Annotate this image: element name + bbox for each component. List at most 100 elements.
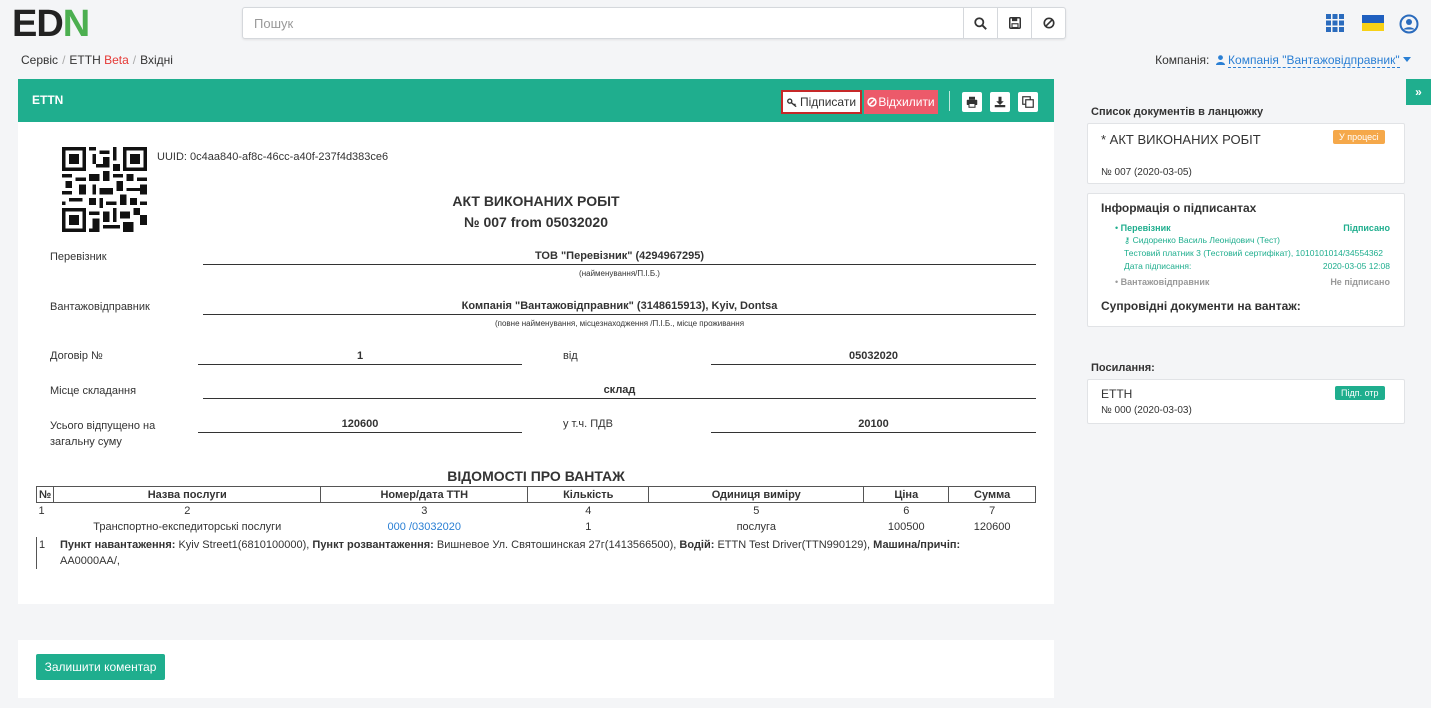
cargo-table-header: № Назва послуги Номер/дата ТТН Кількість… <box>35 486 1036 503</box>
linked-document-card[interactable]: ЕТТН Підп. отр № 000 (2020-03-03) <box>1087 379 1405 424</box>
save-search-button[interactable] <box>997 8 1031 38</box>
ttn-link[interactable]: 000 /03032020 <box>321 519 528 535</box>
accompanying-docs-title: Супровідні документи на вантаж: <box>1101 299 1301 313</box>
signer2-status: Не підписано <box>1330 277 1390 287</box>
cell: 3 <box>421 504 428 517</box>
linked-document-name: ЕТТН <box>1101 387 1133 401</box>
reject-button[interactable]: Відхилити <box>864 90 938 114</box>
cell-qty: 1 <box>585 520 592 533</box>
save-icon <box>1008 17 1021 29</box>
document-uuid: UUID: 0c4aa840-af8c-46cc-a40f-237f4d383c… <box>157 151 389 163</box>
search-input[interactable] <box>243 8 963 38</box>
chain-title: Список документів в ланцюжку <box>1091 106 1264 118</box>
unload-label: Пункт розвантаження: <box>312 539 434 551</box>
cell: 2 <box>184 504 191 517</box>
linked-document-number: № 000 (2020-03-03) <box>1101 405 1192 416</box>
signer1-date: 2020-03-05 12:08 <box>1322 261 1390 271</box>
shipper-value: Компанія "Вантажовідправник" (3148615913… <box>203 300 1036 315</box>
copy-button[interactable] <box>1018 92 1038 112</box>
breadcrumb-ettn-label: ЕТТН <box>69 53 101 67</box>
col-ttn: Номер/дата ТТН <box>320 486 529 503</box>
breadcrumb-incoming: Вхідні <box>140 53 173 67</box>
document-title: АКТ ВИКОНАНИХ РОБІТ <box>452 193 620 209</box>
driver-label: Водій: <box>679 539 715 551</box>
signer1-role-text: Перевізник <box>1120 223 1171 233</box>
ukraine-flag-icon[interactable] <box>1362 15 1384 34</box>
leave-comment-button[interactable]: Залишити коментар <box>36 654 165 680</box>
search-button[interactable] <box>963 8 997 38</box>
carrier-value: ТОВ "Перевізник" (4294967295) <box>203 250 1036 265</box>
cell <box>37 519 54 535</box>
col-qty: Кількість <box>527 486 650 503</box>
clear-search-button[interactable] <box>1031 8 1065 38</box>
col-number: № <box>35 486 55 503</box>
company-dropdown[interactable]: Компанія "Вантажовідправник" <box>1228 53 1400 68</box>
user-icon <box>1215 55 1225 65</box>
signers-title: Інформація о підписантах <box>1101 201 1257 215</box>
logo-text: ED <box>12 3 64 45</box>
vehicle-label: Машина/причіп: <box>873 539 961 551</box>
company-label: Компанія: <box>1155 53 1210 67</box>
cell: 1 <box>38 504 45 517</box>
links-title: Посилання: <box>1091 362 1155 374</box>
document-card-title: ETTN <box>32 93 64 107</box>
signer1-name-text: Сидоренко Василь Леонідович (Тест) <box>1132 235 1280 245</box>
search-icon <box>974 16 987 30</box>
cell: 7 <box>989 504 996 517</box>
search-box <box>242 7 1066 39</box>
sign-button-label: Підписати <box>799 95 857 109</box>
reject-button-label: Відхилити <box>878 95 935 109</box>
place-value: склад <box>203 384 1036 399</box>
print-button[interactable] <box>962 92 982 112</box>
signer-carrier-role: • Перевізник <box>1115 223 1171 233</box>
carrier-label: Перевізник <box>50 251 107 263</box>
load-value: Kyiv Street1(6810100000), <box>178 539 310 551</box>
ban-icon <box>1042 17 1055 29</box>
driver-value: ETTN Test Driver(TTN990129), <box>717 539 871 551</box>
cell-sum: 120600 <box>973 520 1011 533</box>
col-service: Назва послуги <box>53 486 322 503</box>
user-account-icon[interactable] <box>1399 14 1419 37</box>
signer-shipper-role: • Вантажовідправник <box>1115 277 1210 287</box>
table-row: Транспортно-експедиторські послуги 000 /… <box>37 519 1036 535</box>
caret-down-icon[interactable] <box>1403 57 1411 63</box>
contract-value: 1 <box>198 350 522 365</box>
col-price: Ціна <box>863 486 950 503</box>
shipper-label: Вантажовідправник <box>50 301 150 313</box>
vat-value: 20100 <box>711 418 1036 433</box>
from-label: від <box>563 350 578 362</box>
comment-card: Залишити коментар <box>18 640 1054 698</box>
signers-card: Інформація о підписантах • Перевізник Пі… <box>1087 193 1405 327</box>
sidebar-toggle-button[interactable]: » <box>1406 79 1431 105</box>
breadcrumb-ettn[interactable]: ЕТТН Beta <box>69 53 128 67</box>
status-badge: У процесі <box>1333 130 1385 144</box>
print-icon <box>966 96 978 108</box>
ban-icon <box>867 97 878 107</box>
vehicle-value: AA0000AA/, <box>60 555 120 567</box>
document-card: ETTN Підписати Відхилити UUID: 0c4aa840-… <box>18 79 1054 604</box>
signer2-role-text: Вантажовідправник <box>1120 277 1210 287</box>
apps-grid-icon[interactable] <box>1326 14 1344 35</box>
download-button[interactable] <box>990 92 1010 112</box>
double-chevron-right-icon: » <box>1415 85 1422 99</box>
beta-label: Beta <box>104 53 129 67</box>
vat-label: у т.ч. ПДВ <box>563 418 613 430</box>
carrier-hint: (найменування/П.І.Б.) <box>579 269 660 278</box>
from-value: 05032020 <box>711 350 1036 365</box>
route-number: 1 <box>39 539 46 551</box>
cell-service: Транспортно-експедиторські послуги <box>93 520 282 533</box>
shipper-hint: (повне найменування, місцезнаходження /П… <box>494 319 745 328</box>
col-sum: Сумма <box>948 486 1036 503</box>
copy-icon <box>1022 96 1034 108</box>
breadcrumb-service[interactable]: Сервіс <box>21 53 58 67</box>
place-label: Місце складання <box>50 385 137 397</box>
cell-price: 100500 <box>887 520 925 533</box>
cargo-section-title: ВІДОМОСТІ ПРО ВАНТАЖ <box>447 468 625 484</box>
edin-logo[interactable]: EDN <box>12 3 90 45</box>
cell: 4 <box>585 504 592 517</box>
signer1-date-label: Дата підписання: <box>1124 261 1192 271</box>
chain-document-card[interactable]: * АКТ ВИКОНАНИХ РОБІТ У процесі № 007 (2… <box>1087 123 1405 184</box>
sign-button[interactable]: Підписати <box>781 90 862 114</box>
download-icon <box>994 96 1006 108</box>
cell: 5 <box>753 504 760 517</box>
